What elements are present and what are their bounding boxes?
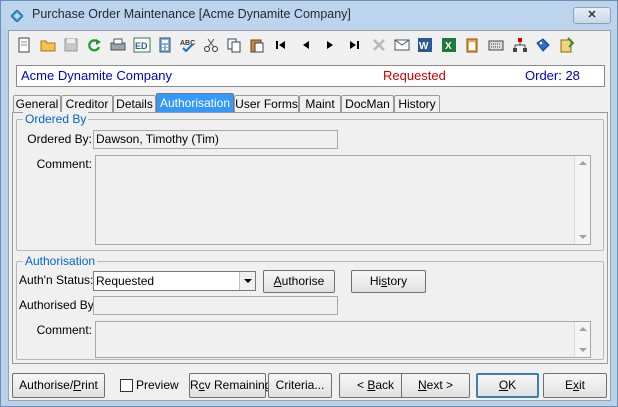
scroll-up-icon[interactable] (579, 161, 587, 165)
order-number: Order: 28 (525, 68, 580, 83)
authorisation-group-title: Authorisation (23, 254, 98, 268)
excel-icon[interactable]: X (439, 34, 461, 58)
company-name: Acme Dynamite Company (21, 68, 172, 83)
auth-status-label: Auth'n Status: (19, 273, 94, 287)
scroll-down-icon[interactable] (579, 235, 587, 239)
spell-check-icon[interactable]: ABC (178, 34, 200, 58)
tab-user-forms[interactable]: User Forms (234, 95, 299, 113)
authorised-by-label: Authorised By: (19, 298, 98, 312)
chevron-down-icon[interactable] (239, 272, 255, 290)
previous-record-icon[interactable] (296, 34, 318, 58)
auth-status-value: Requested (96, 274, 155, 288)
ordered-by-group-title: Ordered By (23, 112, 89, 126)
save-icon[interactable] (61, 34, 83, 58)
authorise-print-button[interactable]: Authorise/Print (12, 373, 105, 398)
keyboard-icon[interactable] (486, 34, 508, 58)
scroll-up-icon[interactable] (579, 327, 587, 331)
tab-maint[interactable]: Maint (299, 95, 341, 113)
svg-text:W: W (419, 41, 429, 52)
tab-general[interactable]: General (13, 95, 61, 113)
ordered-by-group: Ordered By Ordered By: Dawson, Timothy (… (16, 112, 604, 251)
authorise-button[interactable]: Authorise (263, 270, 335, 293)
auth-comment-field[interactable] (95, 321, 591, 358)
ordered-by-comment-field[interactable] (95, 155, 591, 245)
copy-icon[interactable] (224, 34, 246, 58)
criteria-button[interactable]: Criteria... (268, 373, 332, 398)
notes-icon[interactable] (557, 34, 579, 58)
authorisation-group: Authorisation Auth'n Status: Requested A… (16, 254, 604, 360)
word-icon[interactable]: W (415, 34, 437, 58)
open-folder-icon[interactable] (38, 34, 60, 58)
first-record-icon[interactable] (271, 34, 293, 58)
preview-label[interactable]: Preview (136, 377, 179, 393)
tag-icon[interactable] (533, 34, 555, 58)
history-button[interactable]: History (351, 270, 426, 293)
paste-icon[interactable] (247, 34, 269, 58)
close-button[interactable]: ✕ (573, 7, 611, 24)
close-icon: ✕ (587, 9, 597, 21)
refresh-icon[interactable] (84, 34, 106, 58)
client-area: ED ABC W X Acme Dynamite Company Request… (8, 30, 611, 401)
tab-history[interactable]: History (394, 95, 440, 113)
svg-text:ABC: ABC (180, 40, 195, 47)
edit-icon[interactable]: ED (131, 34, 153, 58)
title-bar[interactable]: Purchase Order Maintenance [Acme Dynamit… (1, 1, 617, 29)
order-status: Requested (383, 68, 446, 83)
window-title: Purchase Order Maintenance [Acme Dynamit… (32, 7, 351, 21)
new-document-icon[interactable] (14, 34, 36, 58)
ok-button[interactable]: OK (476, 373, 539, 398)
svg-text:ED: ED (135, 41, 148, 51)
auth-comment-scrollbar[interactable] (574, 322, 590, 357)
ordered-by-comment-scrollbar[interactable] (574, 156, 590, 244)
tab-creditor[interactable]: Creditor (61, 95, 113, 113)
tab-authorisation[interactable]: Authorisation (156, 93, 234, 113)
scroll-down-icon[interactable] (579, 348, 587, 352)
svg-text:X: X (445, 41, 452, 52)
next-button[interactable]: Next > (401, 373, 470, 398)
tab-docman[interactable]: DocMan (341, 95, 394, 113)
exit-button[interactable]: Exit (543, 373, 607, 398)
rcv-remaining-button[interactable]: Rcv Remaining. (189, 373, 275, 398)
app-logo-icon (11, 10, 23, 22)
auth-status-select[interactable]: Requested (93, 271, 256, 291)
ordered-by-field[interactable]: Dawson, Timothy (Tim) (93, 130, 338, 149)
cut-icon[interactable] (201, 34, 223, 58)
authorised-by-field[interactable] (93, 296, 338, 315)
calculator-icon[interactable] (155, 34, 177, 58)
ordered-by-label: Ordered By: (27, 132, 92, 146)
preview-checkbox[interactable] (120, 379, 133, 392)
authorisation-tab-page: Ordered By Ordered By: Dawson, Timothy (… (12, 112, 608, 364)
delete-icon[interactable] (369, 34, 391, 58)
next-record-icon[interactable] (320, 34, 342, 58)
last-record-icon[interactable] (344, 34, 366, 58)
clipboard-icon[interactable] (462, 34, 484, 58)
auth-comment-label: Comment: (36, 323, 92, 337)
hierarchy-icon[interactable] (510, 34, 532, 58)
ordered-by-comment-label: Comment: (36, 157, 92, 171)
print-icon[interactable] (108, 34, 130, 58)
app-window: Purchase Order Maintenance [Acme Dynamit… (0, 0, 618, 407)
email-icon[interactable] (392, 34, 414, 58)
tab-details[interactable]: Details (113, 95, 156, 113)
info-bar: Acme Dynamite Company Requested Order: 2… (16, 65, 605, 87)
